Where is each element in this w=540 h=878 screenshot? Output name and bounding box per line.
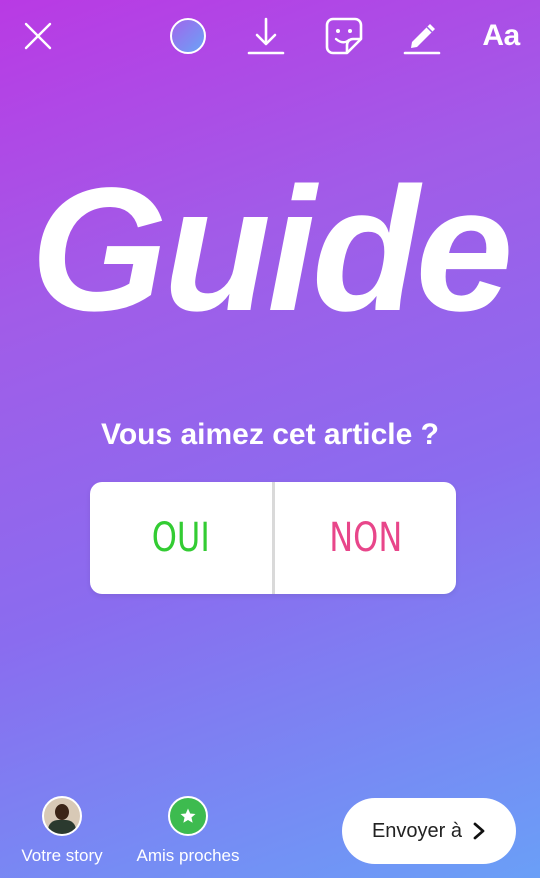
star-icon (180, 808, 196, 823)
text-tool-button[interactable]: Aa (476, 14, 526, 58)
poll-divider (271, 482, 275, 594)
poll-sticker: OUI NON (90, 482, 456, 594)
your-story-button[interactable]: Votre story (2, 796, 122, 866)
send-to-button[interactable]: Envoyer à (342, 798, 516, 864)
your-story-label: Votre story (21, 846, 103, 865)
chevron-right-icon (473, 822, 485, 840)
color-picker-button[interactable] (166, 14, 210, 58)
close-friends-badge (168, 796, 208, 836)
poll-option-yes[interactable]: OUI (108, 482, 253, 594)
draw-icon (403, 24, 441, 55)
sticker-button[interactable] (322, 14, 366, 58)
story-toolbar: Aa (0, 0, 540, 72)
close-friends-label: Amis proches (136, 846, 240, 865)
headline-text: Guide (30, 152, 514, 348)
download-button[interactable] (244, 14, 288, 58)
color-palette-icon (170, 18, 206, 54)
close-icon (24, 22, 52, 50)
download-icon (247, 17, 285, 55)
send-label: Envoyer à (371, 819, 463, 842)
close-button[interactable] (16, 14, 60, 58)
sticker-icon (325, 17, 363, 55)
avatar (42, 796, 82, 836)
draw-button[interactable] (400, 14, 444, 58)
close-friends-button[interactable]: Amis proches (128, 796, 248, 866)
poll-question: Vous aimez cet article ? (101, 418, 439, 451)
poll-option-no[interactable]: NON (293, 482, 438, 594)
